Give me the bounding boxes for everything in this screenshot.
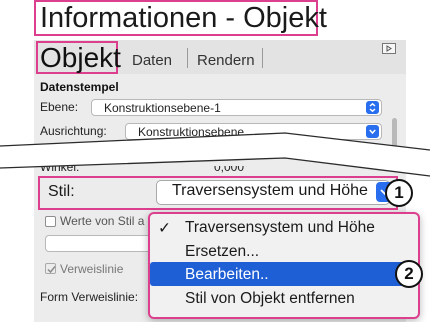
menu-item-traversensystem[interactable]: Traversensystem und Höhe [185,219,375,237]
menu-item-bearbeiten[interactable]: Bearbeiten.. [185,266,269,284]
werte-checkbox[interactable] [45,216,56,227]
text-field[interactable] [45,235,155,252]
stil-label: Stil: [48,183,75,200]
checkmark-icon [47,266,56,274]
stil-value: Traversensystem und Höhe [172,182,368,199]
verweislinie-checkbox[interactable] [45,263,56,274]
menu-checkmark: ✓ [158,220,171,237]
form-verweislinie-label: Form Verweislinie: [40,290,139,304]
menu-item-stil-entfernen[interactable]: Stil von Objekt entfernen [185,290,355,308]
callout-badge-2: 2 [395,260,423,288]
verweislinie-label: Verweislinie [60,262,124,276]
menu-item-ersetzen[interactable]: Ersetzen... [185,243,259,261]
callout-badge-1: 1 [385,179,413,207]
werte-label: Werte von Stil a [60,214,145,228]
